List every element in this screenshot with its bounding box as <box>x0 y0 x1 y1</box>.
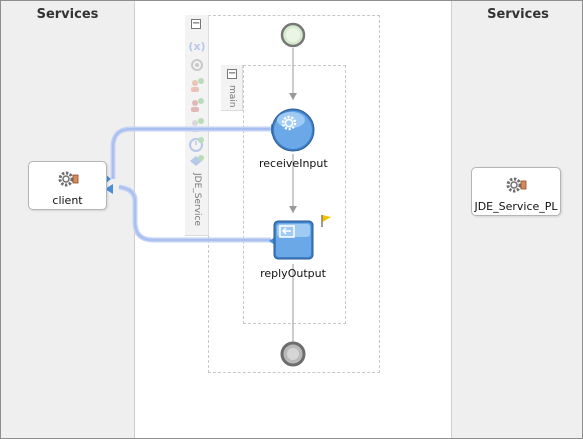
receive-input-label: receiveInput <box>259 157 328 170</box>
flag-icon[interactable] <box>321 215 331 227</box>
reply-output-label: replyOutput <box>260 267 326 280</box>
connector-lines <box>110 126 271 243</box>
gear-icon <box>506 177 527 193</box>
client-service[interactable]: client <box>28 161 107 210</box>
flow-overlay <box>105 22 331 367</box>
receive-input-activity[interactable] <box>271 108 315 152</box>
gear-icon <box>58 171 78 187</box>
bpel-diagram-canvas: Services Services − (x) JDE_Service − ma… <box>0 0 583 439</box>
reply-output-activity[interactable] <box>273 220 314 260</box>
start-node[interactable] <box>280 22 306 48</box>
jde-service-pl[interactable]: JDE_Service_PL <box>471 167 561 216</box>
client-label: client <box>52 194 83 207</box>
end-node[interactable] <box>280 341 306 367</box>
jde-service-label: JDE_Service_PL <box>474 200 558 213</box>
